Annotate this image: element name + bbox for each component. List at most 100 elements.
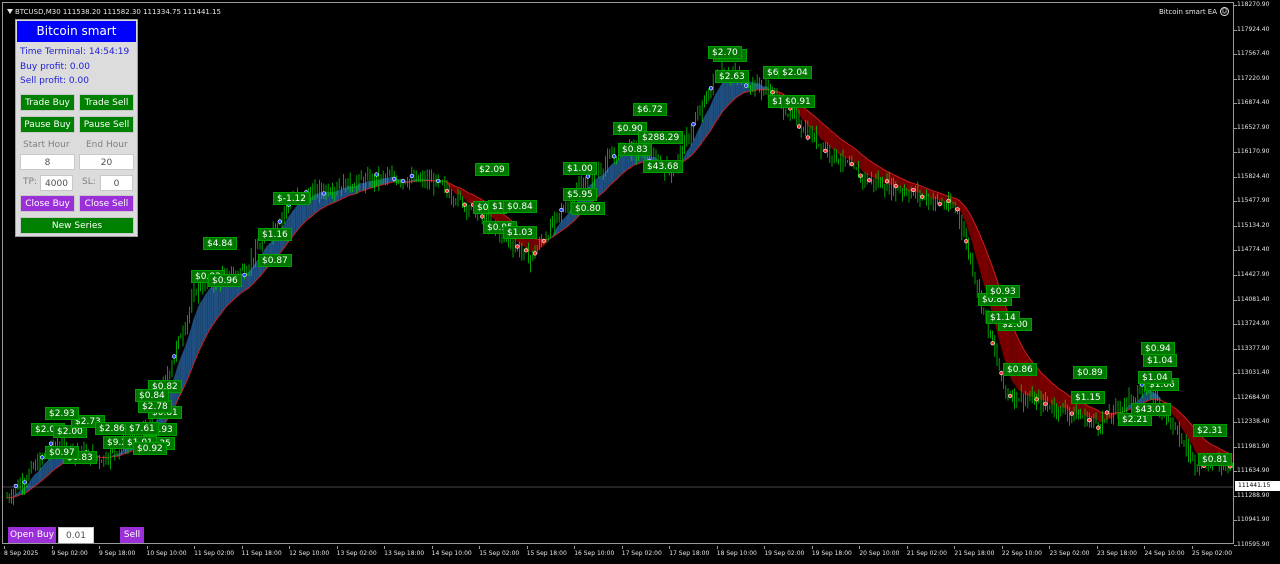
end-hour-input[interactable]: 20 xyxy=(79,154,134,170)
time-tick: 24 Sep 10:00 xyxy=(1144,546,1185,557)
profit-label: $0.87 xyxy=(258,253,292,267)
close-buy-button[interactable]: Close Buy xyxy=(20,195,75,212)
profit-label: $0.80 xyxy=(571,201,605,215)
bear-cloud-segment xyxy=(1014,330,1017,388)
sell-marker xyxy=(1096,425,1101,430)
bear-cloud-segment xyxy=(1181,414,1184,432)
bull-cloud-segment xyxy=(724,80,727,110)
sell-marker xyxy=(480,214,485,219)
time-tick: 13 Sep 02:00 xyxy=(336,546,377,557)
bull-cloud-segment xyxy=(563,216,566,230)
sell-marker xyxy=(541,238,546,244)
pause-buy-button[interactable]: Pause Buy xyxy=(20,116,75,133)
profit-label: $4.84 xyxy=(203,236,237,250)
sell-marker xyxy=(532,251,538,256)
symbol-menu-icon[interactable] xyxy=(7,9,13,15)
time-tick: 8 Sep 2025 xyxy=(4,546,39,557)
price-chart[interactable] xyxy=(3,3,1234,544)
time-tick: 19 Sep 18:00 xyxy=(811,546,852,557)
price-tick: 117924.40 xyxy=(1233,25,1270,33)
sell-marker xyxy=(884,179,890,184)
profit-label: $2.09 xyxy=(475,163,509,177)
profit-label: $1.00 xyxy=(563,161,597,175)
sell-marker xyxy=(946,198,951,203)
time-tick: 23 Sep 02:00 xyxy=(1049,546,1090,557)
pause-sell-button[interactable]: Pause Sell xyxy=(79,116,134,133)
time-tick: 15 Sep 18:00 xyxy=(526,546,567,557)
time-tick: 19 Sep 02:00 xyxy=(764,546,805,557)
profit-label: $2.63 xyxy=(715,70,749,84)
bull-cloud-segment xyxy=(35,472,38,486)
price-tick: 111288.90 xyxy=(1233,491,1270,499)
time-tick: 9 Sep 18:00 xyxy=(99,546,136,557)
price-tick: 113377.90 xyxy=(1233,344,1270,352)
buy-marker xyxy=(48,441,54,446)
profit-label: $1.14 xyxy=(986,310,1020,324)
price-tick: 115134.20 xyxy=(1233,221,1270,229)
open-buy-button[interactable]: Open Buy xyxy=(8,527,56,543)
profit-label: $0.94 xyxy=(1141,342,1175,356)
price-tick: 115477.90 xyxy=(1233,197,1270,205)
profit-label: $2.70 xyxy=(708,46,742,60)
sell-marker xyxy=(955,207,960,212)
new-series-button[interactable]: New Series xyxy=(20,217,134,234)
open-sell-button[interactable]: Sell xyxy=(120,527,144,543)
time-axis[interactable]: 8 Sep 2025 9 Sep 02:00 9 Sep 18:00 10 Sep 1… xyxy=(0,546,1235,564)
sell-marker xyxy=(1104,410,1110,415)
close-sell-button[interactable]: Close Sell xyxy=(79,195,134,212)
profit-label: $5.95 xyxy=(563,187,597,201)
bull-cloud-segment xyxy=(717,86,720,120)
profit-label: $2.93 xyxy=(45,407,79,421)
ea-name: Bitcoin smart EA xyxy=(1158,8,1217,16)
chart-area[interactable]: BTCUSD,M30 111538.20 111582.30 111334.75… xyxy=(2,2,1234,544)
bear-cloud-segment xyxy=(981,238,984,285)
profit-label: $1.04 xyxy=(1138,370,1172,384)
buy-marker xyxy=(242,272,247,278)
buy-marker xyxy=(321,191,326,196)
price-tick: 116527.90 xyxy=(1233,123,1270,131)
price-tick: 110941.90 xyxy=(1233,516,1270,524)
profit-label: $0.86 xyxy=(1003,362,1037,376)
trade-sell-button[interactable]: Trade Sell xyxy=(79,94,134,111)
sell-marker xyxy=(1087,418,1092,423)
ma-cloud-layer xyxy=(6,75,1233,499)
time-tick: 25 Sep 02:00 xyxy=(1192,546,1233,557)
bull-cloud-segment xyxy=(297,202,300,231)
bear-cloud-segment xyxy=(823,123,826,143)
profit-label: $2.31 xyxy=(1193,424,1227,438)
price-tick: 115824.40 xyxy=(1233,172,1270,180)
buy-marker xyxy=(172,354,177,359)
start-hour-input[interactable]: 8 xyxy=(20,154,75,170)
bull-cloud-segment xyxy=(295,204,298,234)
buy-marker xyxy=(559,207,564,213)
bull-cloud-segment xyxy=(198,302,201,353)
buy-marker xyxy=(409,173,414,179)
buy-marker xyxy=(40,455,45,460)
price-axis[interactable]: 118270.90 117924.40 117567.40 117220.90 1168… xyxy=(1233,0,1280,548)
sell-marker xyxy=(462,202,467,207)
price-tick: 116170.90 xyxy=(1233,148,1270,156)
trade-buy-button[interactable]: Trade Buy xyxy=(20,94,75,111)
sl-input[interactable]: 0 xyxy=(100,175,133,191)
ea-smiley-icon: ☺ xyxy=(1220,7,1229,16)
sell-marker xyxy=(805,135,810,140)
sell-profit: Sell profit: 0.00 xyxy=(20,76,89,86)
sell-marker xyxy=(990,341,995,346)
price-tick: 111634.90 xyxy=(1233,467,1270,475)
buy-marker xyxy=(22,480,27,485)
tp-input[interactable]: 4000 xyxy=(40,175,73,191)
price-tick: 116874.40 xyxy=(1233,99,1270,107)
symbol-info: BTCUSD,M30 111538.20 111582.30 111334.75… xyxy=(15,8,222,16)
bull-cloud-segment xyxy=(46,459,49,477)
lot-size-input[interactable]: 0.01 xyxy=(58,527,94,543)
bear-cloud-segment xyxy=(466,191,469,204)
price-tick: 114427.90 xyxy=(1233,271,1270,278)
time-tick: 17 Sep 18:00 xyxy=(669,546,710,557)
buy-marker xyxy=(277,219,282,224)
price-tick: 112338.40 xyxy=(1233,418,1270,426)
bull-cloud-segment xyxy=(706,109,709,137)
price-tick: 110595.90 xyxy=(1233,541,1270,548)
price-tick: 118270.90 xyxy=(1233,1,1270,8)
price-tick: 117567.40 xyxy=(1233,50,1270,58)
bear-cloud-segment xyxy=(1184,416,1187,436)
